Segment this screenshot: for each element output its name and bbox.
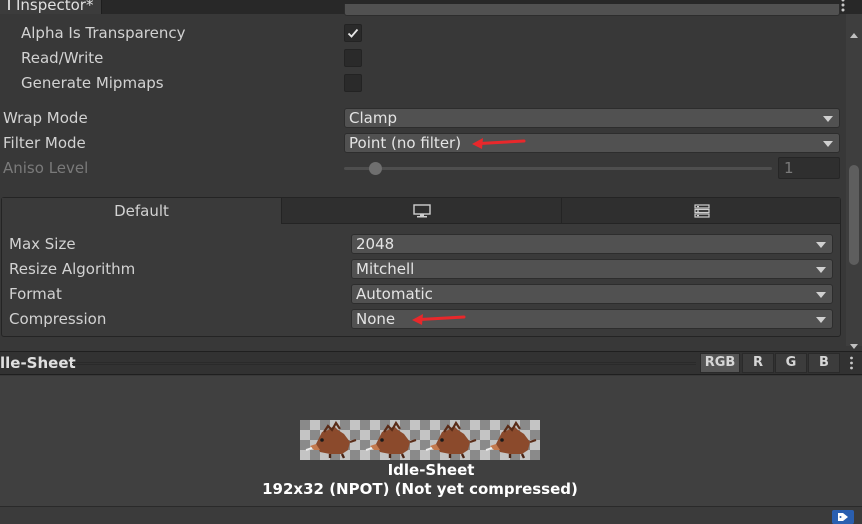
compression-value: None (356, 310, 396, 328)
inspector-info-icon (6, 0, 16, 14)
monitor-icon (413, 204, 431, 218)
chevron-down-icon (823, 141, 833, 147)
generate-mipmaps-label: Generate Mipmaps (21, 74, 164, 92)
channel-rgb-button[interactable]: RGB (700, 353, 740, 373)
aniso-level-slider-thumb[interactable] (369, 162, 382, 175)
channel-b-button[interactable]: B (808, 353, 840, 373)
sprite-frame (360, 420, 420, 460)
format-value: Automatic (356, 285, 433, 303)
annotation-arrow-icon (412, 314, 466, 325)
scroll-up-icon[interactable] (850, 24, 858, 42)
wrap-mode-dropdown[interactable]: Clamp (344, 108, 840, 128)
aniso-level-value: 1 (784, 159, 794, 177)
chevron-down-icon (816, 317, 826, 323)
resize-algorithm-value: Mitchell (356, 260, 415, 278)
preview-divider (72, 362, 696, 365)
aniso-level-label: Aniso Level (3, 159, 89, 177)
sprite-frame (300, 420, 360, 460)
alpha-is-transparency-label: Alpha Is Transparency (21, 24, 186, 42)
annotation-arrow-icon (472, 138, 526, 149)
channel-g-button[interactable]: G (775, 353, 807, 373)
aniso-level-field[interactable]: 1 (778, 157, 840, 179)
cut-off-dropdown[interactable] (344, 4, 840, 16)
chevron-down-icon (816, 242, 826, 248)
format-label: Format (9, 285, 62, 303)
server-icon (694, 204, 710, 218)
chevron-down-icon (816, 267, 826, 273)
inspector-tab[interactable]: Inspector* (0, 0, 103, 14)
preview-options-icon[interactable] (849, 356, 854, 374)
filter-mode-value: Point (no filter) (349, 134, 462, 152)
max-size-label: Max Size (9, 235, 76, 253)
generate-mipmaps-checkbox[interactable] (344, 74, 362, 92)
tab-default-label: Default (114, 202, 169, 220)
wrap-mode-value: Clamp (349, 109, 397, 127)
filter-mode-label: Filter Mode (3, 134, 86, 152)
max-size-dropdown[interactable]: 2048 (351, 234, 833, 254)
tab-default[interactable]: Default (2, 198, 281, 224)
max-size-value: 2048 (356, 235, 395, 253)
inspector-footer (0, 506, 862, 524)
tag-icon (838, 513, 848, 521)
wrap-mode-label: Wrap Mode (3, 109, 88, 127)
alpha-is-transparency-checkbox[interactable] (344, 24, 362, 42)
channel-r-button[interactable]: R (742, 353, 774, 373)
filter-mode-dropdown[interactable]: Point (no filter) (344, 133, 840, 153)
aniso-level-slider-track[interactable] (344, 167, 772, 170)
inspector-title: Inspector* (16, 0, 94, 14)
sprite-frame (420, 420, 480, 460)
compression-label: Compression (9, 310, 107, 328)
preview-asset-title: lle-Sheet (0, 354, 76, 372)
sprite-frame (480, 420, 540, 460)
scrollbar-thumb[interactable] (849, 165, 859, 265)
preview-texture-info: 192x32 (NPOT) (Not yet compressed) (262, 480, 578, 498)
asset-label-button[interactable] (832, 510, 854, 524)
resize-algorithm-dropdown[interactable]: Mitchell (351, 259, 833, 279)
preview-texture-name: Idle-Sheet (387, 461, 475, 479)
format-dropdown[interactable]: Automatic (351, 284, 833, 304)
tab-server[interactable] (561, 198, 840, 224)
tab-standalone[interactable] (281, 198, 561, 224)
checkmark-icon (347, 28, 359, 38)
read-write-label: Read/Write (21, 49, 104, 67)
read-write-checkbox[interactable] (344, 49, 362, 67)
chevron-down-icon (823, 116, 833, 122)
resize-algorithm-label: Resize Algorithm (9, 260, 136, 278)
chevron-down-icon (816, 292, 826, 298)
